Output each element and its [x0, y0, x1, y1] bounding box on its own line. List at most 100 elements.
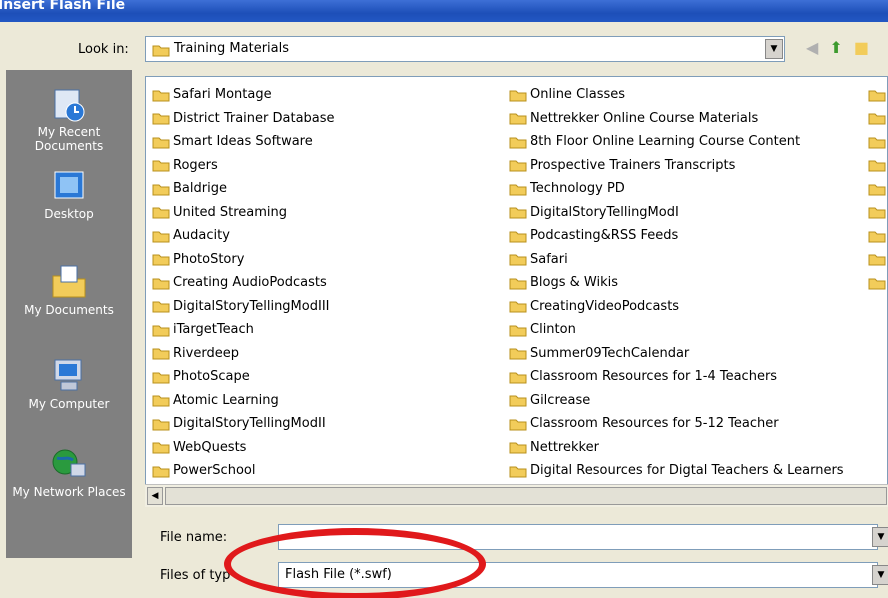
- folder-item[interactable]: [868, 107, 888, 131]
- folder-item[interactable]: [868, 154, 888, 178]
- folder-item[interactable]: Gilcrease: [509, 389, 844, 413]
- folder-item[interactable]: Atomic Learning: [152, 389, 335, 413]
- file-name-dropdown-button[interactable]: ▼: [872, 527, 888, 547]
- folder-item[interactable]: [868, 271, 888, 295]
- folder-icon: [868, 113, 886, 125]
- folder-icon: [152, 372, 170, 384]
- places-bar: My Recent Documents Desktop My Documents…: [6, 70, 132, 558]
- folder-item[interactable]: PowerSchool: [152, 459, 335, 483]
- file-column-2: Online Classes Nettrekker Online Course …: [509, 83, 844, 483]
- red-highlight-oval: [224, 528, 486, 598]
- folder-icon: [152, 348, 170, 360]
- folder-item[interactable]: Summer09TechCalendar: [509, 342, 844, 366]
- folder-icon: [152, 160, 170, 172]
- my-computer-icon: [54, 359, 82, 391]
- folder-item[interactable]: Safari: [509, 248, 844, 272]
- look-in-label: Look in:: [78, 42, 129, 57]
- look-in-dropdown[interactable]: Training Materials: [145, 36, 785, 62]
- folder-icon: [509, 278, 527, 290]
- folder-item[interactable]: Rogers: [152, 154, 335, 178]
- new-folder-icon[interactable]: ■: [854, 38, 869, 57]
- folder-item[interactable]: DigitalStoryTellingModI: [509, 201, 844, 225]
- folder-item[interactable]: [868, 201, 888, 225]
- file-column-1: Safari Montage District Trainer Database…: [152, 83, 335, 483]
- folder-item[interactable]: Podcasting&RSS Feeds: [509, 224, 844, 248]
- folder-item[interactable]: [868, 130, 888, 154]
- folder-item[interactable]: WebQuests: [152, 436, 335, 460]
- folder-item[interactable]: Classroom Resources for 5-12 Teacher: [509, 412, 844, 436]
- folder-icon: [868, 184, 886, 196]
- place-my-recent-documents[interactable]: My Recent Documents: [6, 88, 132, 153]
- place-my-computer[interactable]: My Computer: [6, 358, 132, 411]
- folder-item[interactable]: Nettrekker: [509, 436, 844, 460]
- folder-item[interactable]: [868, 83, 888, 107]
- folder-icon: [868, 254, 886, 266]
- folder-item[interactable]: Blogs & Wikis: [509, 271, 844, 295]
- files-of-type-dropdown-button[interactable]: ▼: [872, 565, 888, 585]
- folder-item[interactable]: District Trainer Database: [152, 107, 335, 131]
- folder-icon: [152, 442, 170, 454]
- folder-item[interactable]: Clinton: [509, 318, 844, 342]
- folder-icon: [152, 137, 170, 149]
- horizontal-scrollbar[interactable]: ◀: [145, 484, 888, 507]
- folder-icon: [152, 301, 170, 313]
- file-column-3-partial: [868, 83, 888, 295]
- folder-item[interactable]: PhotoScape: [152, 365, 335, 389]
- folder-icon: [152, 184, 170, 196]
- look-in-value: Training Materials: [174, 41, 290, 56]
- folder-item[interactable]: Baldrige: [152, 177, 335, 201]
- folder-item[interactable]: CreatingVideoPodcasts: [509, 295, 844, 319]
- recent-documents-icon: [54, 89, 85, 122]
- folder-item[interactable]: Creating AudioPodcasts: [152, 271, 335, 295]
- look-in-dropdown-button[interactable]: ▼: [765, 39, 783, 59]
- place-desktop[interactable]: Desktop: [6, 170, 132, 221]
- folder-icon: [509, 419, 527, 431]
- folder-item[interactable]: [868, 248, 888, 272]
- folder-item[interactable]: Nettrekker Online Course Materials: [509, 107, 844, 131]
- folder-item[interactable]: Classroom Resources for 1-4 Teachers: [509, 365, 844, 389]
- folder-icon: [509, 348, 527, 360]
- files-of-type-label: Files of typ: [160, 568, 231, 583]
- folder-item[interactable]: Technology PD: [509, 177, 844, 201]
- folder-item[interactable]: Smart Ideas Software: [152, 130, 335, 154]
- folder-icon: [868, 137, 886, 149]
- nav-toolbar: ◀ ⬆ ■: [806, 38, 875, 57]
- scrollbar-thumb[interactable]: [165, 487, 887, 505]
- folder-icon: [509, 372, 527, 384]
- folder-item[interactable]: United Streaming: [152, 201, 335, 225]
- folder-item[interactable]: Riverdeep: [152, 342, 335, 366]
- folder-icon: [509, 184, 527, 196]
- place-my-network-places[interactable]: My Network Places: [6, 446, 132, 499]
- folder-icon: [868, 207, 886, 219]
- folder-item[interactable]: Digital Resources for Digtal Teachers & …: [509, 459, 844, 483]
- folder-icon: [152, 113, 170, 125]
- scroll-left-icon[interactable]: ◀: [147, 487, 163, 505]
- folder-icon: [509, 160, 527, 172]
- my-documents-icon: [52, 265, 86, 298]
- insert-flash-file-dialog: Insert Flash File Look in: Training Mate…: [0, 0, 888, 598]
- network-places-icon: [52, 449, 86, 477]
- folder-icon: [152, 207, 170, 219]
- folder-icon: [509, 254, 527, 266]
- folder-item[interactable]: [868, 177, 888, 201]
- folder-icon: [152, 395, 170, 407]
- folder-item[interactable]: DigitalStoryTellingModIII: [152, 295, 335, 319]
- folder-item[interactable]: 8th Floor Online Learning Course Content: [509, 130, 844, 154]
- folder-item[interactable]: PhotoStory: [152, 248, 335, 272]
- folder-icon: [509, 395, 527, 407]
- folder-item[interactable]: Safari Montage: [152, 83, 335, 107]
- folder-item[interactable]: Audacity: [152, 224, 335, 248]
- folder-icon: [509, 137, 527, 149]
- folder-item[interactable]: Prospective Trainers Transcripts: [509, 154, 844, 178]
- folder-item[interactable]: iTargetTeach: [152, 318, 335, 342]
- back-icon[interactable]: ◀: [806, 38, 818, 57]
- up-one-level-icon[interactable]: ⬆: [829, 38, 842, 57]
- title-bar: Insert Flash File: [0, 0, 888, 22]
- folder-icon: [509, 466, 527, 478]
- folder-icon: [152, 254, 170, 266]
- folder-icon: [152, 325, 170, 337]
- folder-item[interactable]: Online Classes: [509, 83, 844, 107]
- folder-item[interactable]: DigitalStoryTellingModII: [152, 412, 335, 436]
- place-my-documents[interactable]: My Documents: [6, 262, 132, 317]
- folder-item[interactable]: [868, 224, 888, 248]
